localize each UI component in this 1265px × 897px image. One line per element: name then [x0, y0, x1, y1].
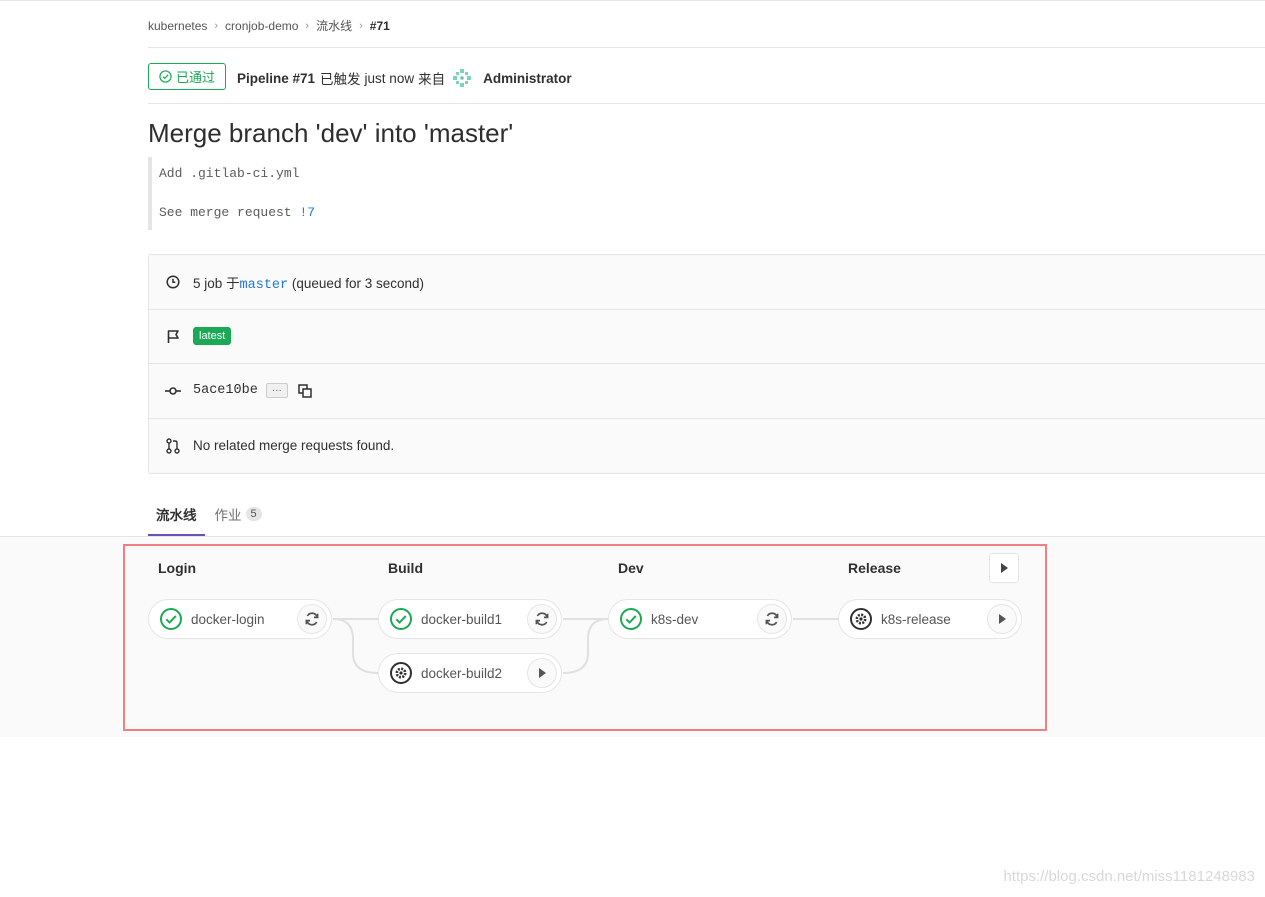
status-manual-icon	[849, 607, 873, 631]
play-button[interactable]	[527, 658, 557, 688]
commit-description-line: Add .gitlab-ci.yml	[159, 166, 300, 181]
mr-prefix: See merge request	[159, 205, 300, 220]
job-k8s-release[interactable]: k8s-release	[838, 599, 1022, 639]
breadcrumb-item-group[interactable]: kubernetes	[148, 19, 207, 33]
status-success-icon	[389, 607, 413, 631]
copy-icon[interactable]	[298, 383, 312, 398]
commit-description-border	[148, 157, 152, 230]
commit-title: Merge branch 'dev' into 'master'	[148, 118, 514, 148]
commit-description-mr: See merge request !7	[159, 205, 315, 220]
expand-commit-button[interactable]: ···	[265, 383, 288, 398]
jobs-summary: 5 job 于master (queued for 3 second)	[193, 272, 424, 293]
jobs-count: 5 job 于	[193, 275, 240, 291]
retry-button[interactable]	[757, 604, 787, 634]
chevron-right-icon: ›	[359, 19, 363, 32]
play-icon	[999, 614, 1006, 624]
merge-request-icon	[165, 437, 181, 454]
status-label: 已通过	[175, 70, 215, 85]
jobs-count-badge: 5	[245, 507, 262, 521]
job-name: docker-build1	[421, 611, 503, 627]
pipeline-id: Pipeline #71	[237, 70, 316, 86]
retry-button[interactable]	[527, 604, 557, 634]
tab-jobs[interactable]: 作业 5	[207, 494, 270, 534]
job-k8s-dev[interactable]: k8s-dev	[608, 599, 792, 639]
breadcrumb-item-project[interactable]: cronjob-demo	[225, 19, 298, 33]
commit-icon	[165, 386, 181, 396]
breadcrumb-item-pipelines[interactable]: 流水线	[316, 17, 352, 34]
info-row-commit: 5ace10be ···	[149, 363, 1265, 419]
tab-pipeline[interactable]: 流水线	[148, 494, 205, 536]
connector-line	[562, 618, 609, 674]
job-docker-build1[interactable]: docker-build1	[378, 599, 562, 639]
tab-label: 流水线	[156, 508, 197, 523]
branch-link[interactable]: master	[240, 278, 289, 293]
breadcrumb-item-current[interactable]: #71	[370, 19, 390, 33]
stage-play-button[interactable]	[989, 553, 1019, 583]
status-manual-icon	[389, 661, 413, 685]
watermark: https://blog.csdn.net/miss1181248983	[1003, 868, 1255, 885]
from-label: 来自	[418, 72, 446, 87]
info-row-mr: No related merge requests found.	[149, 418, 1265, 473]
user-name[interactable]: Administrator	[483, 71, 572, 86]
divider	[148, 47, 1265, 48]
info-row-jobs: 5 job 于master (queued for 3 second)	[149, 255, 1265, 310]
avatar[interactable]	[451, 67, 473, 89]
retry-icon	[535, 612, 549, 626]
status-success-icon	[619, 607, 643, 631]
triggered-label: 已触发	[320, 72, 361, 87]
divider	[148, 103, 1265, 104]
retry-button[interactable]	[297, 604, 327, 634]
pipeline-tabs: 流水线 作业 5	[148, 494, 270, 536]
no-mr-text: No related merge requests found.	[193, 438, 395, 453]
merge-request-link[interactable]: !7	[299, 205, 315, 220]
check-circle-icon	[159, 70, 172, 83]
clock-icon	[165, 275, 181, 289]
stage-title-build: Build	[388, 560, 423, 576]
retry-icon	[305, 612, 319, 626]
stage-title-release: Release	[848, 560, 901, 576]
info-row-tags: latest	[149, 309, 1265, 364]
queued-text: (queued for 3 second)	[291, 275, 424, 291]
play-icon	[539, 668, 546, 678]
commit-sha-link[interactable]: 5ace10be	[193, 383, 258, 398]
play-icon	[1001, 563, 1008, 573]
job-name: docker-build2	[421, 665, 503, 681]
latest-badge: latest	[193, 327, 232, 345]
chevron-right-icon: ›	[214, 19, 219, 32]
job-name: k8s-dev	[651, 611, 699, 627]
play-button[interactable]	[987, 604, 1017, 634]
job-name: k8s-release	[881, 611, 951, 627]
status-badge[interactable]: 已通过	[148, 63, 226, 90]
breadcrumb: kubernetes › cronjob-demo › 流水线 › #71	[148, 17, 390, 34]
retry-icon	[765, 612, 779, 626]
job-docker-build2[interactable]: docker-build2	[378, 653, 562, 693]
stage-title-dev: Dev	[618, 560, 644, 576]
connector-line	[332, 618, 379, 674]
top-border	[0, 0, 1265, 1]
chevron-right-icon: ›	[305, 19, 310, 32]
triggered-time: just now	[364, 70, 415, 86]
flag-icon	[165, 329, 181, 344]
stage-title-login: Login	[158, 560, 197, 576]
job-name: docker-login	[191, 611, 265, 627]
tab-label: 作业	[214, 508, 242, 523]
pipeline-info-box: 5 job 于master (queued for 3 second) late…	[148, 254, 1265, 474]
job-docker-login[interactable]: docker-login	[148, 599, 332, 639]
pipeline-header: Pipeline #71 已触发 just now 来自 Administrat…	[237, 67, 572, 89]
status-success-icon	[159, 607, 183, 631]
